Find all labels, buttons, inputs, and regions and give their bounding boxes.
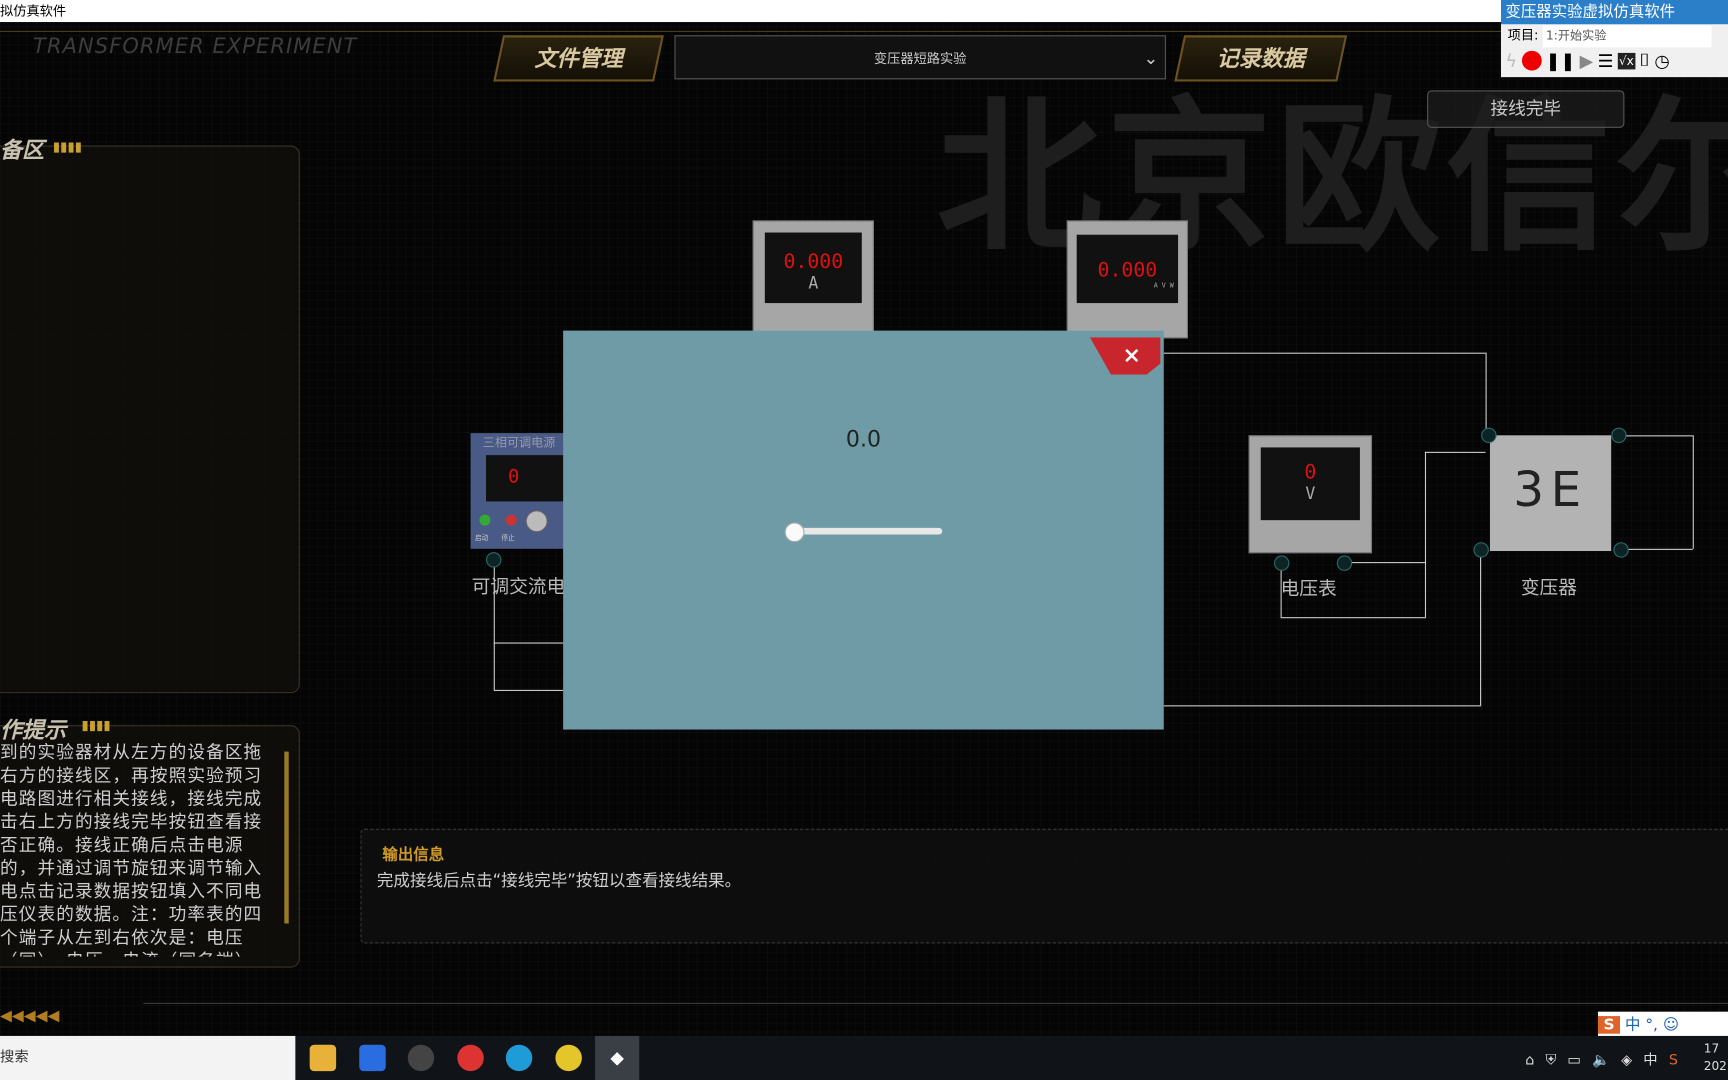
ac-power-source[interactable]: 三相可调电源 0 启动 停止 (470, 433, 568, 549)
terminal[interactable] (1473, 542, 1489, 558)
power-meter-value: 0.000 (1097, 258, 1158, 283)
netease-music-icon[interactable] (457, 1044, 484, 1072)
ammeter-value: 0.000 (783, 250, 844, 274)
sogou-icon: S (1597, 1016, 1621, 1034)
header-subtitle: TRANSFORMER EXPERIMENT (33, 34, 358, 59)
output-panel: 输出信息 完成接线后点击“接线完毕”按钮以查看接线结果。 (360, 828, 1728, 944)
voltmeter-label: 电压表 (1280, 578, 1337, 601)
recorder-window: 变压器实验虚拟仿真软件 项目: 1:开始实验 ϟ ❚❚ ▶ ☰ √x ⌷ ◷ (1500, 0, 1728, 78)
close-button[interactable]: × (1089, 337, 1161, 375)
source-value: 0 (508, 466, 520, 489)
header-line (0, 30, 1728, 32)
voltage-slider-handle[interactable] (784, 522, 805, 543)
ammeter[interactable]: 0.000 A (752, 220, 874, 333)
app-yellow-icon[interactable] (555, 1044, 582, 1072)
project-select[interactable]: 1:开始实验 (1542, 25, 1712, 48)
hints-title: 作提示 (0, 716, 67, 743)
recorder-title: 变压器实验虚拟仿真软件 (1500, 0, 1728, 25)
formula-icon[interactable]: √x (1617, 52, 1635, 69)
voltage-knob[interactable] (525, 510, 548, 533)
terminal[interactable] (1336, 555, 1353, 571)
terminal[interactable] (1611, 427, 1627, 444)
ime-toolbar[interactable]: S 中 °, ☺ (1597, 1011, 1728, 1039)
close-icon: × (1122, 341, 1142, 369)
voltage-value: 0.0 (845, 425, 881, 452)
window-titlebar: 拟仿真软件 (0, 0, 1728, 23)
voltmeter[interactable]: 0 V (1248, 435, 1373, 554)
file-manage-button[interactable]: 文件管理 (493, 35, 664, 82)
power-meter[interactable]: 0.000 A V W (1066, 220, 1188, 339)
terminal[interactable] (1613, 542, 1629, 558)
experiment-select[interactable]: 变压器短路实验 ⌄ (674, 35, 1166, 80)
file-explorer-icon[interactable] (309, 1044, 337, 1072)
ime-mode[interactable]: 中 (1625, 1016, 1640, 1034)
clock[interactable]: 17 202 (1704, 1040, 1727, 1075)
power-meter-units: A V W (1153, 282, 1174, 290)
edge-icon[interactable] (505, 1044, 533, 1072)
camera-icon[interactable]: ⌷ (1639, 50, 1650, 72)
play-icon[interactable]: ▶ (1580, 50, 1594, 71)
hints-text: 到的实验器材从左方的设备区拖右方的接线区，再按照实验预习电路图进行相关接线，接线… (0, 741, 263, 957)
taskbar-search[interactable]: 搜索 (0, 1035, 296, 1080)
system-tray[interactable]: ⌂ ⛨ ▭ 🔈 ◈ 中 S (1525, 1048, 1678, 1069)
pause-icon[interactable]: ❚❚ (1546, 50, 1576, 71)
unity-icon[interactable]: ◆ (595, 1035, 640, 1080)
app-icon[interactable] (407, 1044, 435, 1072)
arrows-decor: ◀◀◀◀◀ (0, 1007, 60, 1025)
record-icon[interactable] (1521, 50, 1542, 71)
terminal[interactable] (485, 552, 502, 568)
record-data-button[interactable]: 记录数据 (1174, 35, 1348, 82)
voltage-slider-track[interactable] (792, 527, 943, 535)
transformer-coil-icon: 3E (1513, 461, 1588, 518)
bottom-decor (143, 1002, 1728, 1037)
project-label: 项目: (1507, 27, 1539, 43)
wiring-done-button[interactable]: 接线完毕 (1427, 90, 1625, 128)
voltmeter-unit: V (1305, 483, 1316, 504)
app-stage: 拟仿真软件 北京欧信尔 TRANSFORMER EXPERIMENT 文件管理 … (0, 0, 1728, 1080)
device-area-title: 备区 (0, 136, 45, 164)
device-area-panel (0, 145, 300, 694)
tray-ime[interactable]: 中 (1643, 1052, 1657, 1069)
source-label: 可调交流电 (471, 576, 566, 599)
ammeter-unit: A (808, 273, 819, 294)
taskbar: 搜索 ◆ ⌂ ⛨ ▭ 🔈 ◈ 中 S 17 202 (0, 1035, 1728, 1080)
voltage-adjust-dialog: × 0.0 (563, 330, 1164, 730)
wps-icon[interactable] (359, 1044, 386, 1072)
chevron-down-icon: ⌄ (1143, 47, 1159, 69)
stop-label: 停止 (501, 534, 515, 543)
source-title: 三相可调电源 (482, 435, 556, 450)
window-title: 拟仿真软件 (0, 3, 67, 19)
output-text: 完成接线后点击“接线完毕”按钮以查看接线结果。 (376, 870, 742, 891)
transformer[interactable]: 3E (1489, 435, 1612, 552)
menu-icon[interactable]: ☰ (1598, 50, 1614, 71)
output-title: 输出信息 (382, 846, 445, 864)
stop-button[interactable] (505, 514, 517, 526)
start-label: 启动 (474, 534, 489, 543)
terminal[interactable] (1481, 427, 1497, 444)
terminal[interactable] (1273, 555, 1290, 571)
transformer-label: 变压器 (1520, 577, 1578, 600)
start-button[interactable] (479, 514, 491, 526)
voltmeter-value: 0 (1304, 460, 1317, 484)
hints-scrollbar[interactable] (284, 751, 289, 924)
clock-icon[interactable]: ◷ (1654, 50, 1669, 71)
lightning-icon[interactable]: ϟ (1505, 50, 1517, 71)
